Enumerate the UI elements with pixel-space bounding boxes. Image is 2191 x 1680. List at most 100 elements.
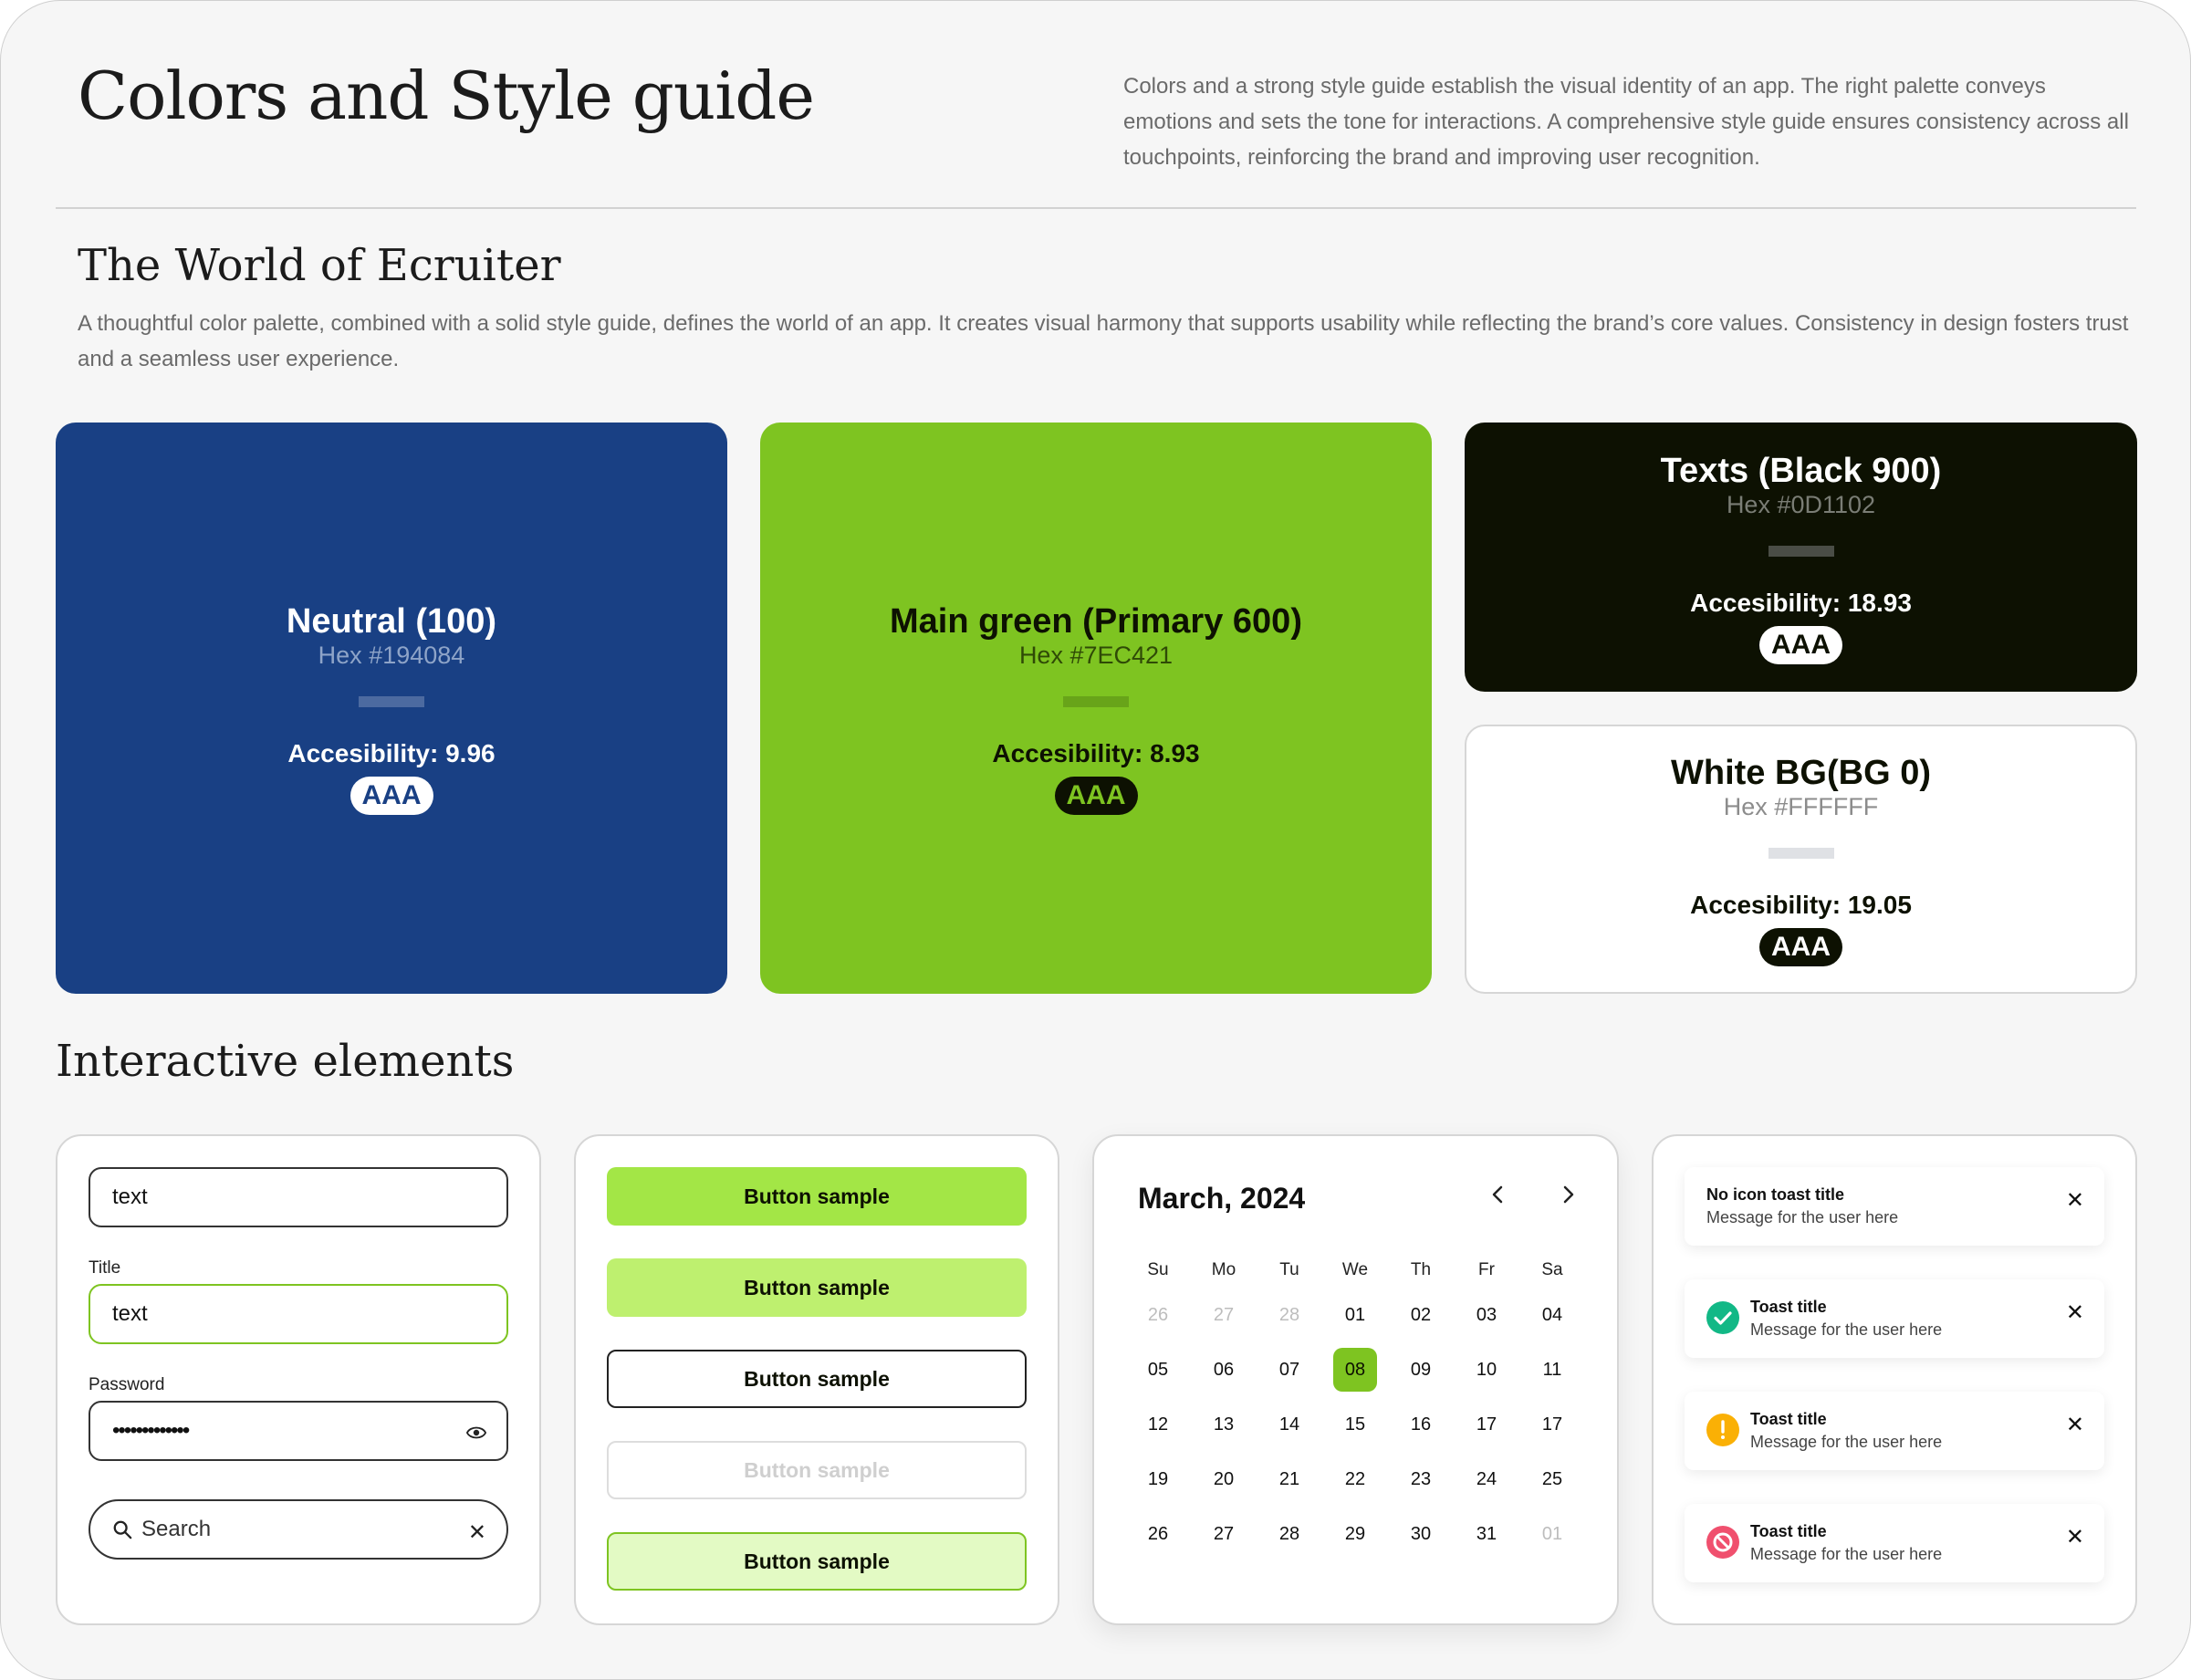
color-name: White BG(BG 0) [1671,753,1931,792]
calendar-day-selected[interactable]: 08 [1322,1348,1388,1392]
calendar-day-number: 15 [1344,1414,1366,1435]
color-swatch-bar [1063,696,1129,707]
calendar-day[interactable]: 04 [1519,1305,1585,1326]
calendar-day[interactable]: 26 [1125,1305,1191,1326]
color-name: Texts (Black 900) [1660,451,1942,490]
calendar-day-number: 17 [1541,1414,1563,1435]
calendar-day-number: 11 [1542,1359,1562,1380]
eye-icon[interactable] [466,1423,486,1443]
weekday-label: Tu [1279,1260,1299,1279]
calendar-day[interactable]: 15 [1322,1414,1388,1435]
calendar-day-number: 10 [1476,1359,1497,1380]
calendar-day-number: 26 [1147,1523,1169,1544]
close-icon[interactable]: ✕ [2066,1299,2084,1326]
calendar-day-number: 02 [1410,1304,1432,1325]
close-icon[interactable]: ✕ [2066,1187,2084,1214]
calendar-day[interactable]: 11 [1519,1360,1585,1381]
calendar-day[interactable]: 23 [1388,1469,1454,1490]
tonal-button[interactable]: Button sample [607,1532,1027,1591]
calendar-day[interactable]: 28 [1257,1524,1322,1545]
calendar-day[interactable]: 02 [1388,1305,1454,1326]
accessibility-score: Accesibility: 9.96 [287,739,496,767]
calendar-day[interactable]: 10 [1454,1360,1519,1381]
calendar-day[interactable]: 30 [1388,1524,1454,1545]
weekday-label: Mo [1211,1260,1236,1279]
title-input[interactable]: text [89,1284,508,1344]
world-title: The World of Ecruiter [78,240,561,291]
toast-title: Toast title [1750,1298,1827,1316]
chevron-right-icon[interactable] [1558,1178,1580,1211]
calendar-day[interactable]: 07 [1257,1360,1322,1381]
calendar-day[interactable]: 17 [1519,1414,1585,1435]
title-label: Title [89,1258,121,1278]
calendar-day[interactable]: 03 [1454,1305,1519,1326]
page-title: Colors and Style guide [78,57,815,134]
calendar-day[interactable]: 05 [1125,1360,1191,1381]
calendar-day[interactable]: 12 [1125,1414,1191,1435]
accessibility-badge: AAA [1054,777,1138,815]
accessibility-score: Accesibility: 18.93 [1690,588,1912,617]
close-icon[interactable]: ✕ [2066,1412,2084,1438]
calendar-day[interactable]: 01 [1322,1305,1388,1326]
warning-icon [1706,1414,1739,1446]
calendar-day[interactable]: 31 [1454,1524,1519,1545]
color-name: Neutral (100) [286,602,497,641]
calendar-day-number: 23 [1410,1468,1432,1489]
toast-message: Message for the user here [1750,1433,1943,1451]
calendar-day-number: 06 [1213,1359,1235,1380]
weekday-label: Sa [1541,1260,1563,1279]
password-label: Password [89,1375,165,1394]
chevron-left-icon[interactable] [1487,1178,1508,1211]
calendar-day[interactable]: 01 [1519,1524,1585,1545]
calendar-day[interactable]: 16 [1388,1414,1454,1435]
clear-icon[interactable]: ✕ [468,1519,486,1546]
calendar-day[interactable]: 20 [1191,1469,1257,1490]
interactive-elements-title: Interactive elements [56,1036,515,1087]
calendar-week: 26 27 28 01 02 03 04 [1125,1288,1585,1342]
accessibility-score: Accesibility: 19.05 [1690,890,1912,919]
weekday-label: Su [1147,1260,1169,1279]
calendar-day-number: 07 [1278,1359,1300,1380]
calendar-grid: Su Mo Tu We Th Fr Sa 26 27 28 01 02 03 04 05 06 07 08 09 10… [1125,1253,1585,1561]
calendar-day-number: 17 [1476,1414,1497,1435]
disabled-button[interactable]: Button sample [607,1441,1027,1499]
primary-hover-button[interactable]: Button sample [607,1258,1027,1317]
calendar-day-number: 29 [1344,1523,1366,1544]
toast-message: Message for the user here [1750,1320,1943,1339]
style-guide-page: Colors and Style guide Colors and a stro… [0,0,2191,1680]
calendar-day[interactable]: 13 [1191,1414,1257,1435]
calendar-day[interactable]: 29 [1322,1524,1388,1545]
calendar-day[interactable]: 24 [1454,1469,1519,1490]
calendar-day-number: 30 [1410,1523,1432,1544]
calendar-week: 26 27 28 29 30 31 01 [1125,1507,1585,1561]
calendar-day[interactable]: 27 [1191,1305,1257,1326]
outline-button[interactable]: Button sample [607,1350,1027,1408]
toast-title: Toast title [1750,1410,1827,1428]
close-icon[interactable]: ✕ [2066,1524,2084,1550]
search-input[interactable]: Search ✕ [89,1499,508,1560]
calendar-day-number: 27 [1213,1304,1235,1325]
calendar-day[interactable]: 19 [1125,1469,1191,1490]
calendar-week: 12 13 14 15 16 17 17 [1125,1397,1585,1452]
weekday-label: Th [1410,1260,1432,1279]
calendar-day[interactable]: 26 [1125,1524,1191,1545]
calendar-day-number: 20 [1213,1468,1235,1489]
calendar-day[interactable]: 28 [1257,1305,1322,1326]
calendar-day[interactable]: 17 [1454,1414,1519,1435]
toast-message: Message for the user here [1750,1545,1943,1563]
calendar-day[interactable]: 09 [1388,1360,1454,1381]
calendar-day-number: 28 [1278,1304,1300,1325]
success-icon [1706,1301,1739,1334]
text-input[interactable]: text [89,1167,508,1227]
password-input[interactable]: ••••••••••••• [89,1401,508,1461]
primary-button[interactable]: Button sample [607,1167,1027,1226]
calendar-day[interactable]: 25 [1519,1469,1585,1490]
search-placeholder: Search [141,1517,212,1541]
accessibility-badge: AAA [1759,625,1842,664]
calendar-day[interactable]: 14 [1257,1414,1322,1435]
calendar-day[interactable]: 27 [1191,1524,1257,1545]
calendar-day[interactable]: 06 [1191,1360,1257,1381]
calendar-day[interactable]: 21 [1257,1469,1322,1490]
calendar-day-number: 04 [1541,1304,1563,1325]
calendar-day[interactable]: 22 [1322,1469,1388,1490]
